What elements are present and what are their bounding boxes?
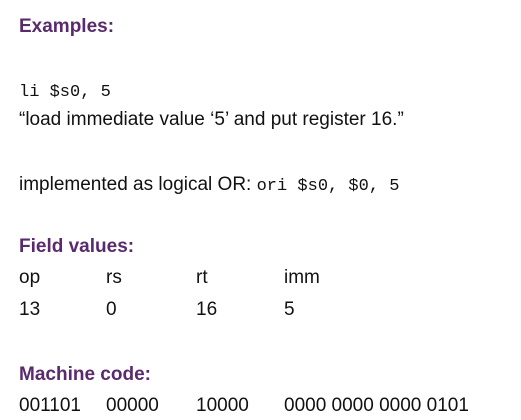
example-instruction: li $s0, 5: [19, 83, 111, 102]
field-header-op: op: [19, 267, 41, 288]
field-value-rt: 16: [196, 299, 218, 320]
field-header-imm: imm: [284, 267, 320, 288]
field-header-rt: rt: [196, 267, 208, 288]
implementation-code: ori $s0, $0, 5: [256, 177, 400, 196]
field-header-rs: rs: [106, 267, 122, 288]
field-values-heading: Field values:: [19, 236, 135, 257]
example-description: “load immediate value ‘5’ and put regist…: [19, 109, 404, 130]
field-value-rs: 0: [106, 299, 117, 320]
implementation-prefix: implemented as logical OR:: [19, 174, 257, 195]
machine-code-heading: Machine code:: [19, 364, 151, 385]
machine-code-imm: 0000 0000 0000 0101: [284, 395, 469, 416]
field-value-op: 13: [19, 299, 41, 320]
implementation-line: implemented as logical OR: ori $s0, $0, …: [19, 174, 399, 196]
field-value-imm: 5: [284, 299, 295, 320]
examples-heading: Examples:: [19, 16, 115, 37]
machine-code-op: 001101: [19, 395, 81, 416]
machine-code-rs: 00000: [106, 395, 159, 416]
machine-code-rt: 10000: [196, 395, 249, 416]
